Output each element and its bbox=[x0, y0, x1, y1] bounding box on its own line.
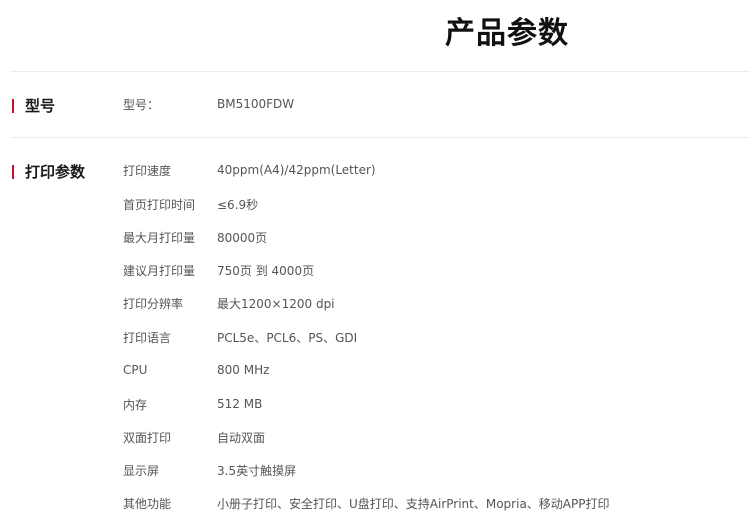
spec-key: 打印速度 bbox=[123, 163, 172, 178]
spec-row-other-features: 其他功能 小册子打印、安全打印、U盘打印、支持AirPrint、Mopria、移… bbox=[123, 494, 609, 512]
page-title: 产品参数 bbox=[0, 8, 750, 52]
section-model-title: 型号 bbox=[25, 97, 56, 115]
page-title-text: 产品参数 bbox=[445, 16, 569, 51]
spec-row-recommended-monthly: 建议月打印量 750页 到 4000页 bbox=[123, 261, 314, 279]
spec-value: 512 MB bbox=[217, 397, 263, 411]
spec-key: 建议月打印量 bbox=[123, 263, 196, 278]
spec-value: 800 MHz bbox=[217, 363, 270, 377]
spec-value: 80000页 bbox=[217, 230, 268, 245]
spec-value: 自动双面 bbox=[217, 430, 266, 445]
spec-key: 打印分辨率 bbox=[123, 296, 184, 311]
spec-value: 40ppm(A4)/42ppm(Letter) bbox=[217, 163, 376, 177]
spec-row-max-monthly: 最大月打印量 80000页 bbox=[123, 228, 267, 246]
top-divider bbox=[10, 71, 750, 72]
spec-row-duplex: 双面打印 自动双面 bbox=[123, 428, 265, 446]
spec-key: CPU bbox=[123, 363, 148, 377]
spec-value: 最大1200×1200 dpi bbox=[217, 296, 335, 311]
spec-value: PCL5e、PCL6、PS、GDI bbox=[217, 330, 358, 345]
spec-value: 3.5英寸触摸屏 bbox=[217, 463, 297, 478]
spec-row-display: 显示屏 3.5英寸触摸屏 bbox=[123, 461, 296, 479]
section-accent-bar bbox=[12, 164, 14, 179]
spec-value: BM5100FDW bbox=[217, 97, 295, 111]
spec-key: 首页打印时间 bbox=[123, 197, 196, 212]
spec-key: 最大月打印量 bbox=[123, 230, 196, 245]
spec-row: 型号： BM5100FDW bbox=[123, 95, 294, 113]
section-print-title: 打印参数 bbox=[25, 163, 86, 181]
spec-key: 型号： bbox=[123, 97, 160, 112]
spec-row-language: 打印语言 PCL5e、PCL6、PS、GDI bbox=[123, 328, 357, 346]
section-accent-bar bbox=[12, 98, 14, 113]
spec-key: 打印语言 bbox=[123, 330, 172, 345]
spec-value: 小册子打印、安全打印、U盘打印、支持AirPrint、Mopria、移动APP打… bbox=[217, 496, 610, 511]
spec-value: 750页 到 4000页 bbox=[217, 263, 315, 278]
section-print-label: 打印参数 bbox=[12, 161, 85, 182]
spec-key: 双面打印 bbox=[123, 430, 172, 445]
section-divider bbox=[10, 137, 750, 138]
spec-key: 显示屏 bbox=[123, 463, 160, 478]
section-model-label: 型号 bbox=[12, 95, 55, 116]
spec-value: ≤6.9秒 bbox=[217, 197, 259, 212]
spec-key: 其他功能 bbox=[123, 496, 172, 511]
spec-row-print-speed: 打印速度 40ppm(A4)/42ppm(Letter) bbox=[123, 161, 376, 179]
spec-key: 内存 bbox=[123, 397, 148, 412]
spec-row-first-page: 首页打印时间 ≤6.9秒 bbox=[123, 195, 258, 213]
spec-row-resolution: 打印分辨率 最大1200×1200 dpi bbox=[123, 294, 335, 312]
spec-row-cpu: CPU 800 MHz bbox=[123, 361, 269, 379]
spec-row-memory: 内存 512 MB bbox=[123, 395, 262, 413]
